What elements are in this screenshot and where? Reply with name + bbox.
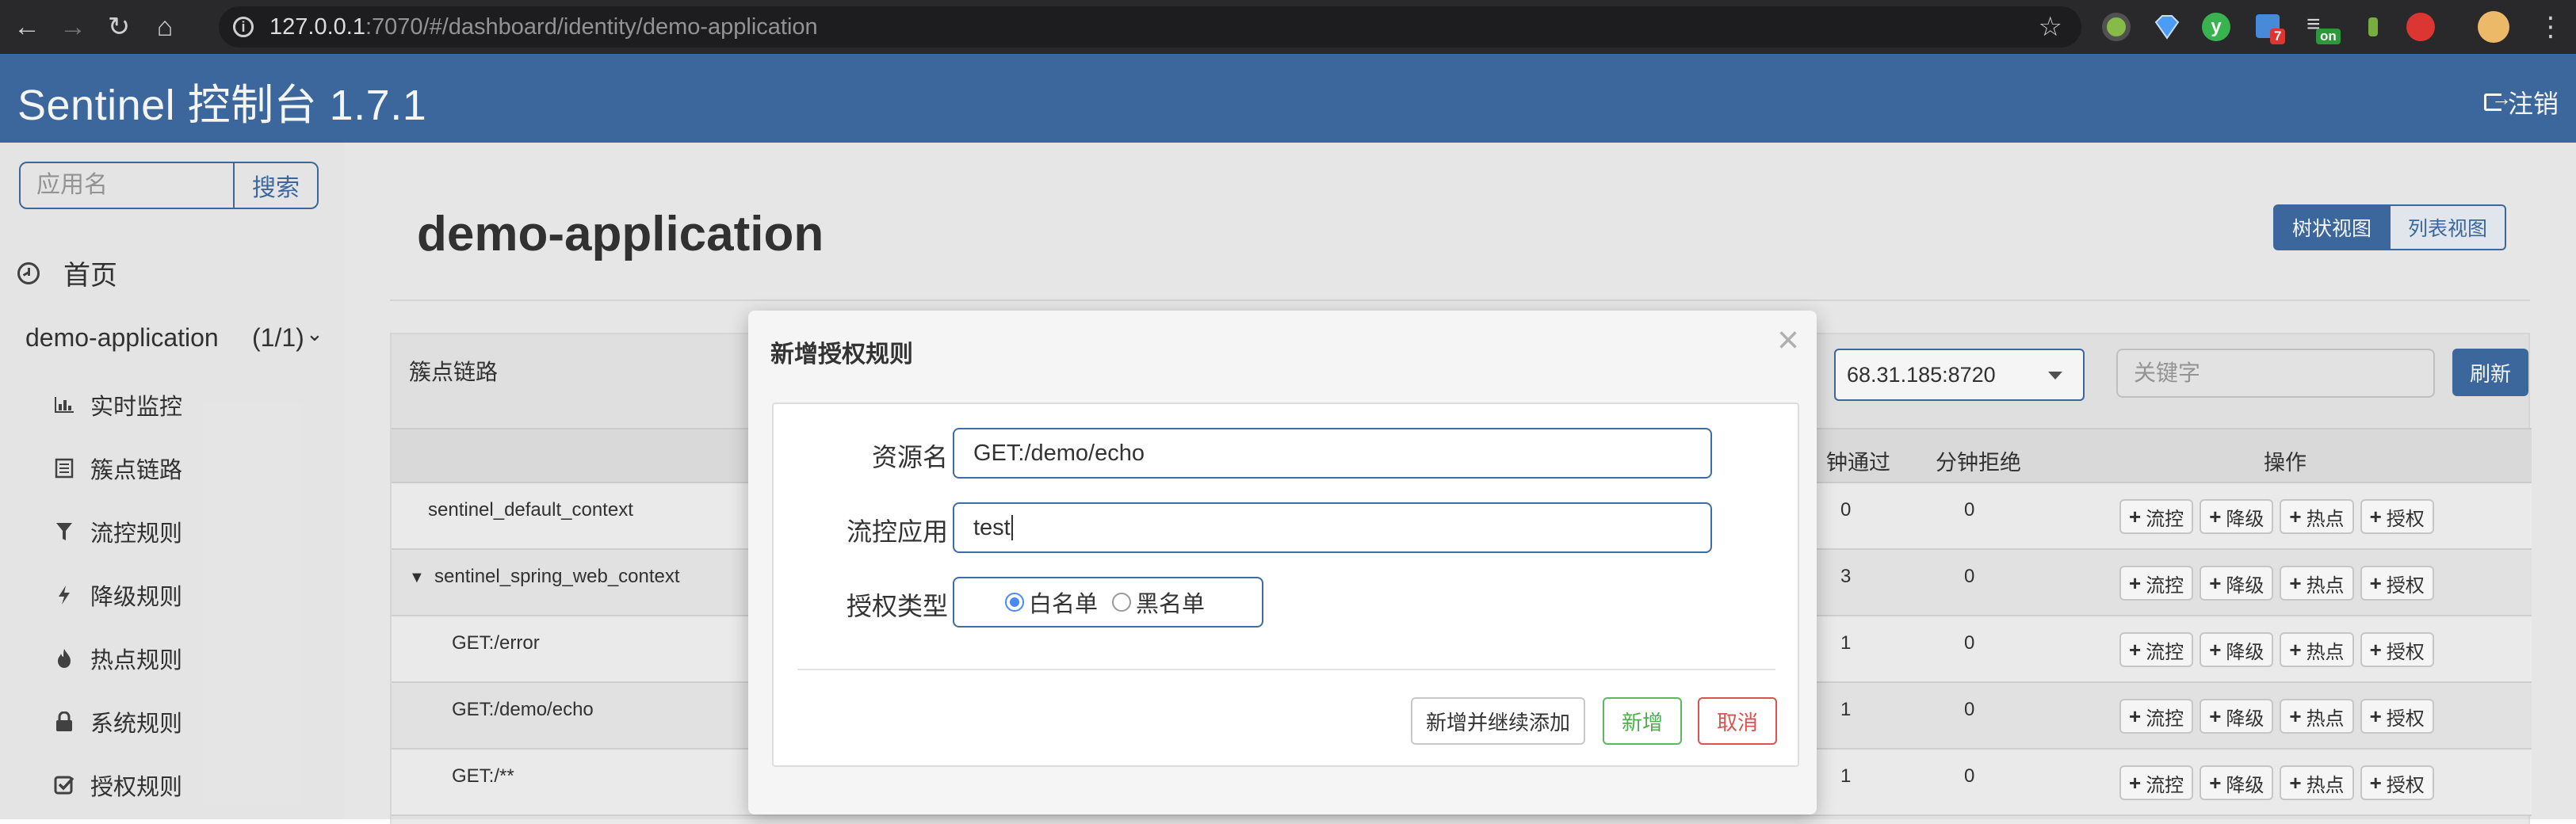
limit-app-label: 流控应用 — [846, 517, 948, 546]
dialog-body: 资源名 流控应用 test 授权类型 白名单 黑名单 新增并继续添加 新增 取消 — [772, 402, 1799, 767]
dialog-divider — [797, 669, 1775, 670]
limit-app-input[interactable]: test — [953, 502, 1712, 553]
blacklist-radio[interactable] — [1112, 593, 1132, 612]
whitelist-radio[interactable] — [1005, 593, 1024, 612]
strategy-radio-group: 白名单 黑名单 — [953, 577, 1263, 628]
add-and-continue-button[interactable]: 新增并继续添加 — [1411, 697, 1585, 745]
add-authority-rule-dialog: 新增授权规则 × 资源名 流控应用 test 授权类型 白名单 黑名单 新增并继… — [748, 311, 1817, 814]
blacklist-label[interactable]: 黑名单 — [1136, 586, 1205, 619]
close-icon[interactable]: × — [1777, 319, 1799, 363]
whitelist-label[interactable]: 白名单 — [1029, 586, 1098, 619]
strategy-label: 授权类型 — [846, 592, 948, 620]
resource-label: 资源名 — [871, 443, 948, 471]
add-button[interactable]: 新增 — [1603, 697, 1682, 745]
dialog-title: 新增授权规则 — [770, 341, 913, 368]
cancel-button[interactable]: 取消 — [1698, 697, 1777, 745]
text-cursor — [1011, 515, 1013, 540]
limit-app-value: test — [973, 514, 1011, 540]
resource-input[interactable] — [953, 428, 1712, 479]
